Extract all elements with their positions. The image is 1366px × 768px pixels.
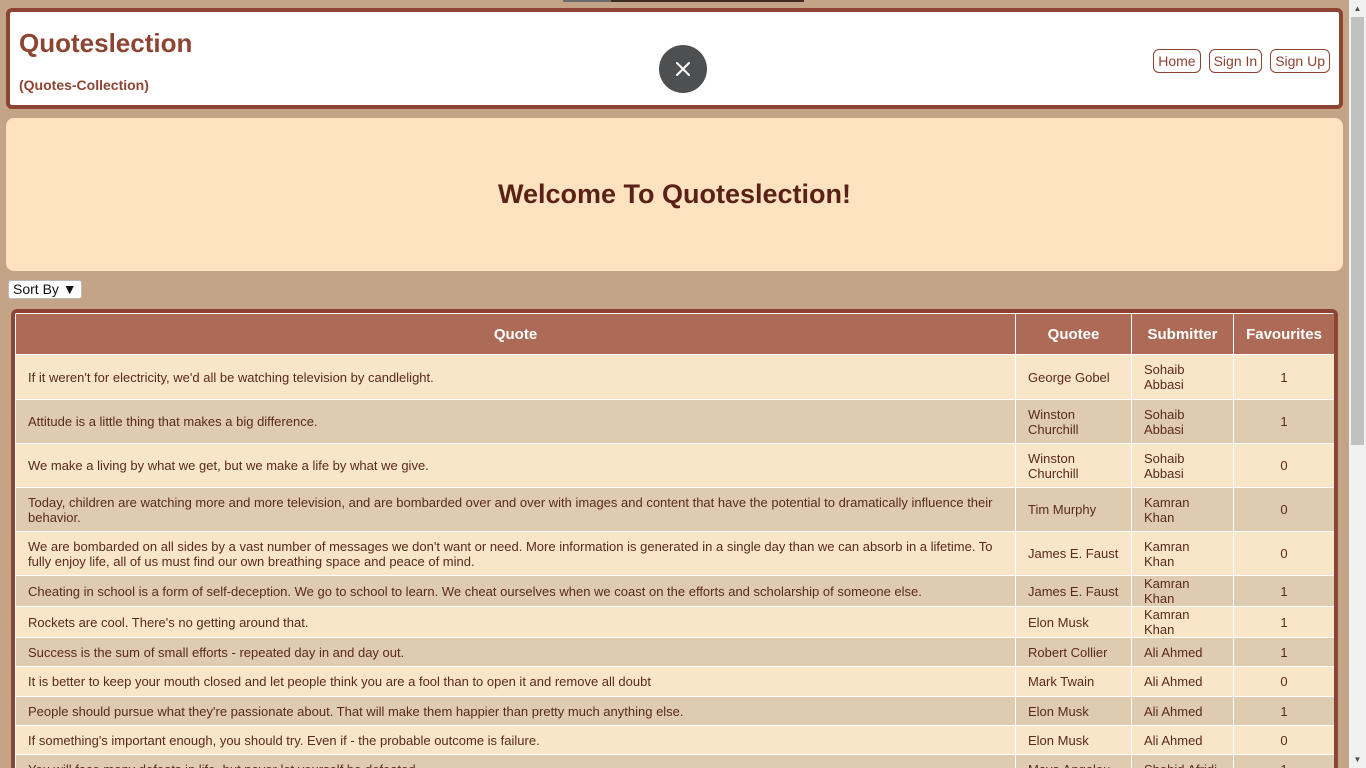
quote-cell: People should pursue what they're passio…	[15, 696, 1016, 726]
column-header-submitter[interactable]: Submitter	[1131, 313, 1234, 355]
quote-cell: If it weren't for electricity, we'd all …	[15, 354, 1016, 400]
submitter-cell: Sohaib Abbasi	[1131, 443, 1234, 488]
quote-cell: Rockets are cool. There's no getting aro…	[15, 606, 1016, 638]
table-row[interactable]: Today, children are watching more and mo…	[15, 487, 1334, 532]
quote-cell: Cheating in school is a form of self-dec…	[15, 575, 1016, 607]
favourites-cell: 0	[1233, 487, 1334, 532]
favourites-cell: 0	[1233, 531, 1334, 576]
close-button[interactable]	[659, 45, 707, 93]
table-header-row: Quote Quotee Submitter Favourites	[15, 313, 1334, 355]
quotee-cell: Maya Angelou	[1015, 754, 1132, 768]
favourites-cell: 1	[1233, 606, 1334, 638]
scrollbar-thumb[interactable]	[1351, 17, 1364, 445]
quotee-cell: James E. Faust	[1015, 531, 1132, 576]
welcome-banner: Welcome To Quoteslection!	[6, 118, 1343, 271]
top-strip-segment	[563, 0, 611, 2]
quotee-cell: Robert Collier	[1015, 637, 1132, 667]
submitter-cell: Kamran Khan	[1131, 606, 1234, 638]
quotes-table-container: Quote Quotee Submitter Favourites If it …	[11, 309, 1338, 768]
favourites-cell: 0	[1233, 443, 1334, 488]
submitter-cell: Ali Ahmed	[1131, 637, 1234, 667]
favourites-cell: 1	[1233, 575, 1334, 607]
home-button[interactable]: Home	[1153, 49, 1201, 73]
brand-title[interactable]: Quoteslection	[19, 28, 192, 59]
submitter-cell: Ali Ahmed	[1131, 725, 1234, 755]
submitter-cell: Ali Ahmed	[1131, 696, 1234, 726]
table-row[interactable]: People should pursue what they're passio…	[15, 696, 1334, 726]
table-row[interactable]: Success is the sum of small efforts - re…	[15, 637, 1334, 667]
top-strip	[563, 0, 804, 2]
submitter-cell: Kamran Khan	[1131, 575, 1234, 607]
submitter-cell: Kamran Khan	[1131, 487, 1234, 532]
quote-cell: You will face many defeats in life, but …	[15, 754, 1016, 768]
table-row[interactable]: We make a living by what we get, but we …	[15, 443, 1334, 488]
table-row[interactable]: Rockets are cool. There's no getting aro…	[15, 606, 1334, 638]
scroll-down-arrow-icon[interactable]: ▼	[1349, 751, 1366, 768]
quote-cell: If something's important enough, you sho…	[15, 725, 1016, 755]
submitter-cell: Shahid Afridi	[1131, 754, 1234, 768]
quote-cell: We are bombarded on all sides by a vast …	[15, 531, 1016, 576]
table-row[interactable]: You will face many defeats in life, but …	[15, 754, 1334, 768]
submitter-cell: Sohaib Abbasi	[1131, 399, 1234, 444]
favourites-cell: 1	[1233, 754, 1334, 768]
vertical-scrollbar[interactable]: ▲ ▼	[1349, 0, 1366, 768]
quote-cell: Success is the sum of small efforts - re…	[15, 637, 1016, 667]
welcome-heading: Welcome To Quoteslection!	[497, 179, 852, 209]
sign-up-button[interactable]: Sign Up	[1270, 49, 1330, 73]
favourites-cell: 1	[1233, 354, 1334, 400]
close-icon	[676, 62, 690, 76]
quotee-cell: Mark Twain	[1015, 666, 1132, 697]
quotee-cell: Elon Musk	[1015, 725, 1132, 755]
submitter-cell: Sohaib Abbasi	[1131, 354, 1234, 400]
favourites-cell: 1	[1233, 637, 1334, 667]
quote-cell: We make a living by what we get, but we …	[15, 443, 1016, 488]
column-header-favourites[interactable]: Favourites	[1233, 313, 1334, 355]
table-row[interactable]: We are bombarded on all sides by a vast …	[15, 531, 1334, 576]
quote-cell: Attitude is a little thing that makes a …	[15, 399, 1016, 444]
table-row[interactable]: If it weren't for electricity, we'd all …	[15, 354, 1334, 400]
submitter-cell: Ali Ahmed	[1131, 666, 1234, 697]
favourites-cell: 1	[1233, 696, 1334, 726]
quotee-cell: Elon Musk	[1015, 696, 1132, 726]
table-row[interactable]: It is better to keep your mouth closed a…	[15, 666, 1334, 697]
favourites-cell: 0	[1233, 725, 1334, 755]
scroll-up-arrow-icon[interactable]: ▲	[1349, 0, 1366, 17]
favourites-cell: 0	[1233, 666, 1334, 697]
table-row[interactable]: Attitude is a little thing that makes a …	[15, 399, 1334, 444]
submitter-cell: Kamran Khan	[1131, 531, 1234, 576]
quotee-cell: Tim Murphy	[1015, 487, 1132, 532]
top-nav: Home Sign In Sign Up	[1153, 49, 1330, 73]
quote-cell: It is better to keep your mouth closed a…	[15, 666, 1016, 697]
column-header-quotee[interactable]: Quotee	[1015, 313, 1132, 355]
quotee-cell: Winston Churchill	[1015, 399, 1132, 444]
quotee-cell: George Gobel	[1015, 354, 1132, 400]
quotee-cell: James E. Faust	[1015, 575, 1132, 607]
table-row[interactable]: Cheating in school is a form of self-dec…	[15, 575, 1334, 607]
sign-in-button[interactable]: Sign In	[1208, 49, 1263, 73]
table-row[interactable]: If something's important enough, you sho…	[15, 725, 1334, 755]
sort-by-dropdown[interactable]: Sort By ▼	[8, 280, 82, 299]
quotes-table: Quote Quotee Submitter Favourites If it …	[15, 313, 1334, 768]
brand-subtitle: (Quotes-Collection)	[19, 77, 149, 93]
quotee-cell: Elon Musk	[1015, 606, 1132, 638]
column-header-quote[interactable]: Quote	[15, 313, 1016, 355]
quotee-cell: Winston Churchill	[1015, 443, 1132, 488]
favourites-cell: 1	[1233, 399, 1334, 444]
quote-cell: Today, children are watching more and mo…	[15, 487, 1016, 532]
